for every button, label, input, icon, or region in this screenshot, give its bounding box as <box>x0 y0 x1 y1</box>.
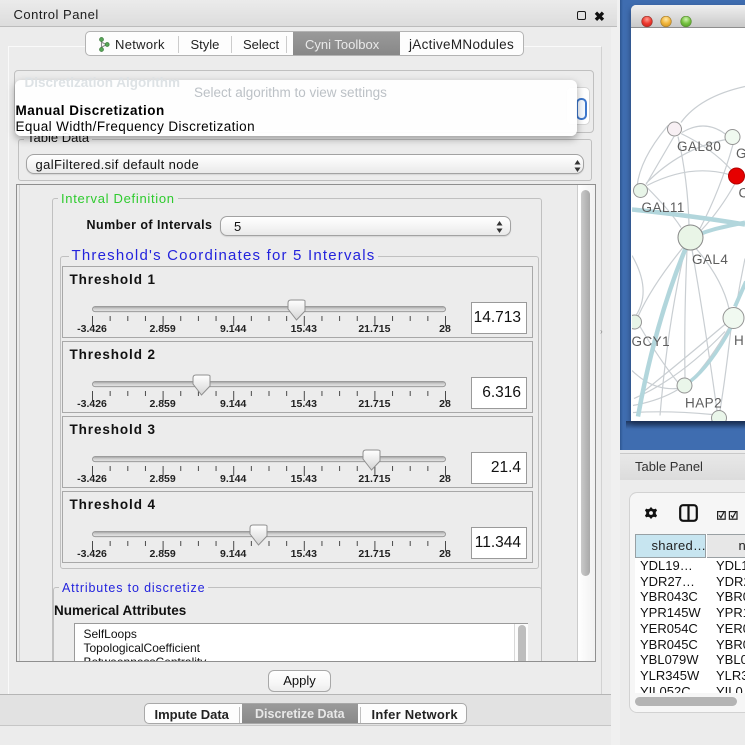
svg-text:GAL80: GAL80 <box>677 139 721 154</box>
svg-text:GCY1: GCY1 <box>632 334 670 349</box>
svg-text:GA: GA <box>736 146 745 161</box>
svg-text:CY: CY <box>739 185 745 200</box>
svg-text:GAL4: GAL4 <box>692 252 728 267</box>
svg-text:HAP2: HAP2 <box>685 395 722 410</box>
svg-text:H: H <box>734 333 744 348</box>
svg-text:GAL11: GAL11 <box>642 200 685 215</box>
